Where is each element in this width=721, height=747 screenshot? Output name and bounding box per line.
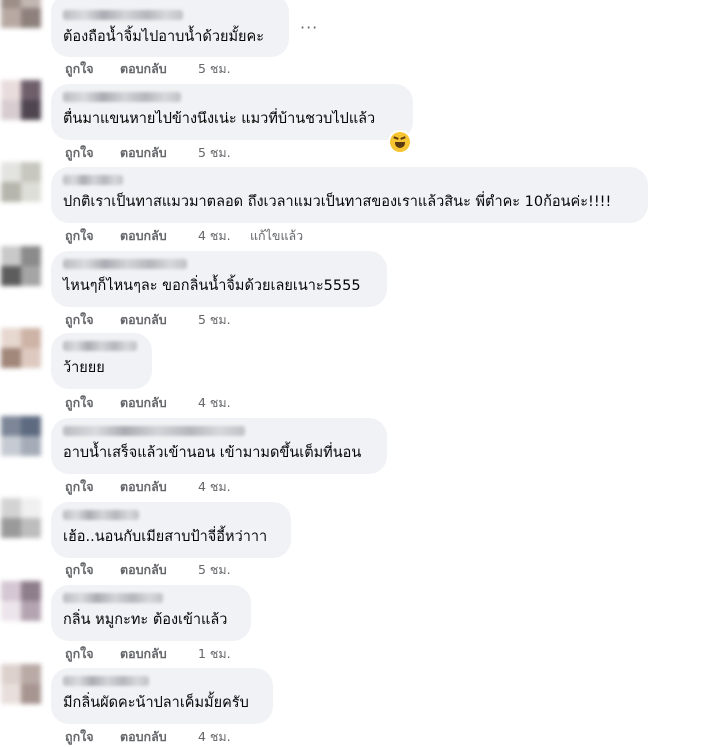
comment-timestamp[interactable]: 4 ชม. bbox=[198, 727, 250, 747]
like-link[interactable]: ถูกใจ bbox=[65, 393, 120, 413]
comment-text: ต้องถือน้ำจิ้มไปอาบน้ำด้วยมั้ยคะ bbox=[63, 29, 265, 45]
avatar[interactable] bbox=[1, 416, 41, 456]
comment-bubble: ปกติเราเป็นทาสแมวมาตลอด ถึงเวลาแมวเป็นทา… bbox=[51, 167, 648, 223]
avatar[interactable] bbox=[1, 246, 41, 286]
like-link[interactable]: ถูกใจ bbox=[65, 727, 120, 747]
avatar[interactable] bbox=[1, 664, 41, 704]
comment-actions: ถูกใจ ตอบกลับ 1 ชม. bbox=[65, 645, 250, 663]
commenter-name-blurred[interactable] bbox=[63, 92, 181, 102]
like-link[interactable]: ถูกใจ bbox=[65, 644, 120, 664]
avatar[interactable] bbox=[1, 80, 41, 120]
avatar[interactable] bbox=[1, 581, 41, 621]
comment-actions: ถูกใจ ตอบกลับ 5 ชม. bbox=[65, 561, 250, 579]
comment-timestamp[interactable]: 5 ชม. bbox=[198, 59, 250, 79]
like-link[interactable]: ถูกใจ bbox=[65, 143, 120, 163]
like-link[interactable]: ถูกใจ bbox=[65, 310, 120, 330]
commenter-name-blurred[interactable] bbox=[63, 175, 123, 185]
like-link[interactable]: ถูกใจ bbox=[65, 226, 120, 246]
comment-text: ตื่นมาแขนหายไปข้างนึงเน่ะ แมวที่บ้านชวบไ… bbox=[63, 111, 376, 127]
commenter-name-blurred[interactable] bbox=[63, 10, 183, 20]
comment-bubble: ไหนๆก็ไหนๆละ ขอกลิ่นน้ำจิ้มด้วยเลยเนาะ55… bbox=[51, 251, 387, 307]
commenter-name-blurred[interactable] bbox=[63, 341, 137, 351]
comment-timestamp[interactable]: 5 ชม. bbox=[198, 143, 250, 163]
edited-label[interactable]: แก้ไขแล้ว bbox=[250, 226, 330, 246]
comment-bubble: ต้องถือน้ำจิ้มไปอาบน้ำด้วยมั้ยคะ bbox=[51, 0, 289, 57]
comment-actions: ถูกใจ ตอบกลับ 5 ชม. bbox=[65, 311, 250, 329]
comment-timestamp[interactable]: 4 ชม. bbox=[198, 226, 250, 246]
avatar[interactable] bbox=[1, 498, 41, 538]
avatar[interactable] bbox=[1, 162, 41, 202]
comment-text: มีกลิ่นผัดคะน้าปลาเค็มมั้ยครับ bbox=[63, 695, 249, 711]
comment-text: ว้ายยย bbox=[63, 360, 105, 376]
reply-link[interactable]: ตอบกลับ bbox=[120, 644, 198, 664]
comment-bubble: ว้ายยย bbox=[51, 333, 152, 389]
comment-text: ปกติเราเป็นทาสแมวมาตลอด ถึงเวลาแมวเป็นทา… bbox=[63, 194, 612, 210]
comment-actions: ถูกใจ ตอบกลับ 4 ชม. bbox=[65, 394, 250, 412]
comment-timestamp[interactable]: 4 ชม. bbox=[198, 477, 250, 497]
reply-link[interactable]: ตอบกลับ bbox=[120, 477, 198, 497]
commenter-name-blurred[interactable] bbox=[63, 676, 149, 686]
comment-actions: ถูกใจ ตอบกลับ 4 ชม. bbox=[65, 728, 250, 746]
comment-text: ไหนๆก็ไหนๆละ ขอกลิ่นน้ำจิ้มด้วยเลยเนาะ55… bbox=[63, 278, 361, 294]
comment-bubble: กลิ่น หมูกะทะ ต้องเข้าแล้ว bbox=[51, 585, 251, 641]
comment-thread: ต้องถือน้ำจิ้มไปอาบน้ำด้วยมั้ยคะ ··· ถูก… bbox=[0, 0, 721, 744]
reply-link[interactable]: ตอบกลับ bbox=[120, 560, 198, 580]
comment-actions: ถูกใจ ตอบกลับ 5 ชม. bbox=[65, 144, 250, 162]
comment-timestamp[interactable]: 5 ชม. bbox=[198, 560, 250, 580]
laughing-emoji-icon[interactable] bbox=[390, 132, 410, 152]
like-link[interactable]: ถูกใจ bbox=[65, 59, 120, 79]
commenter-name-blurred[interactable] bbox=[63, 593, 163, 603]
like-link[interactable]: ถูกใจ bbox=[65, 477, 120, 497]
reply-link[interactable]: ตอบกลับ bbox=[120, 59, 198, 79]
reply-link[interactable]: ตอบกลับ bbox=[120, 393, 198, 413]
comment-actions: ถูกใจ ตอบกลับ 4 ชม. แก้ไขแล้ว bbox=[65, 227, 330, 245]
comment-timestamp[interactable]: 5 ชม. bbox=[198, 310, 250, 330]
reply-link[interactable]: ตอบกลับ bbox=[120, 226, 198, 246]
like-link[interactable]: ถูกใจ bbox=[65, 560, 120, 580]
reply-link[interactable]: ตอบกลับ bbox=[120, 143, 198, 163]
commenter-name-blurred[interactable] bbox=[63, 510, 139, 520]
comment-bubble: อาบน้ำเสร็จแล้วเข้านอน เข้ามามดขึ้นเต็มท… bbox=[51, 418, 387, 474]
comment-timestamp[interactable]: 4 ชม. bbox=[198, 393, 250, 413]
commenter-name-blurred[interactable] bbox=[63, 426, 245, 436]
comment-text: เฮ้อ..นอนกับเมียสาบป้าจี่อี้หว่าาา bbox=[63, 529, 268, 545]
comment-text: อาบน้ำเสร็จแล้วเข้านอน เข้ามามดขึ้นเต็มท… bbox=[63, 445, 362, 461]
comment-actions: ถูกใจ ตอบกลับ 5 ชม. bbox=[65, 60, 250, 78]
commenter-name-blurred[interactable] bbox=[63, 259, 187, 269]
comment-bubble: มีกลิ่นผัดคะน้าปลาเค็มมั้ยครับ bbox=[51, 668, 273, 724]
comment-timestamp[interactable]: 1 ชม. bbox=[198, 644, 250, 664]
comment-text: กลิ่น หมูกะทะ ต้องเข้าแล้ว bbox=[63, 612, 228, 628]
reply-link[interactable]: ตอบกลับ bbox=[120, 727, 198, 747]
avatar[interactable] bbox=[1, 0, 41, 28]
more-options-icon[interactable]: ··· bbox=[300, 20, 318, 36]
comment-bubble: เฮ้อ..นอนกับเมียสาบป้าจี่อี้หว่าาา bbox=[51, 502, 291, 558]
comment-actions: ถูกใจ ตอบกลับ 4 ชม. bbox=[65, 478, 250, 496]
avatar[interactable] bbox=[1, 328, 41, 368]
reply-link[interactable]: ตอบกลับ bbox=[120, 310, 198, 330]
comment-bubble: ตื่นมาแขนหายไปข้างนึงเน่ะ แมวที่บ้านชวบไ… bbox=[51, 84, 413, 140]
